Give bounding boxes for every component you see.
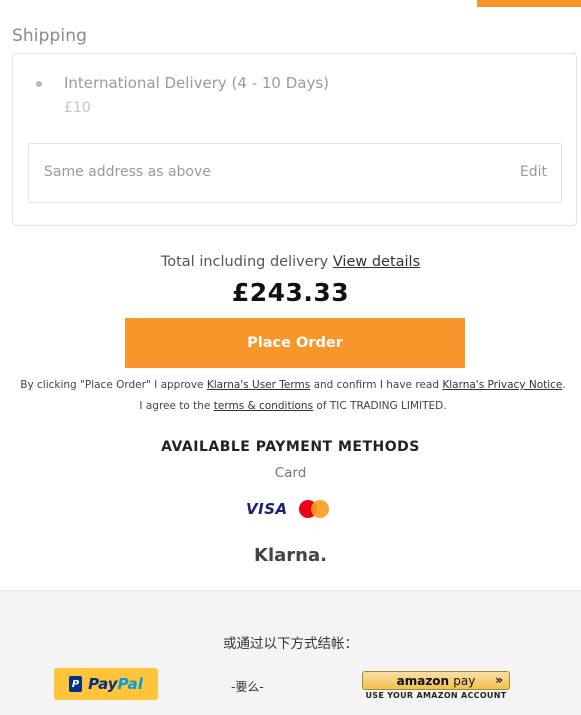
shipping-title: Shipping <box>12 26 87 46</box>
view-details-link[interactable]: View details <box>333 254 420 270</box>
alternative-checkout-section: 或通过以下方式结帐： P PayPal -要么- amazon pay » US… <box>0 590 581 715</box>
mastercard-logo-icon <box>299 500 329 518</box>
total-line: Total including delivery View details <box>0 254 581 270</box>
klarna-logo: Klarna. <box>254 545 327 566</box>
payment-card-label: Card <box>274 465 307 481</box>
alternative-checkout-title: 或通过以下方式结帐： <box>223 636 358 652</box>
amazon-brand-text: amazon <box>396 673 450 688</box>
klarna-terms-link[interactable]: Klarna's User Terms <box>207 379 310 391</box>
legal-text-2: and confirm I have read <box>313 379 439 391</box>
place-order-button[interactable]: Place Order <box>125 318 465 368</box>
mastercard-yellow-circle <box>311 500 329 518</box>
double-chevron-icon: » <box>495 673 503 687</box>
payment-methods-title: AVAILABLE PAYMENT METHODS <box>161 439 420 455</box>
top-accent-bar <box>477 0 581 7</box>
total-amount: £243.33 <box>231 278 350 307</box>
amazon-account-caption: USE YOUR AMAZON ACCOUNT <box>365 691 507 700</box>
klarna-privacy-link[interactable]: Klarna's Privacy Notice <box>442 379 562 391</box>
terms-conditions-link[interactable]: terms & conditions <box>214 400 313 412</box>
amazon-pay-button[interactable]: amazon pay » USE YOUR AMAZON ACCOUNT <box>362 671 510 701</box>
shipping-radio-icon[interactable] <box>36 81 42 87</box>
amazon-pay-text: pay <box>453 673 476 688</box>
shipping-box: International Delivery (4 - 10 Days) £10… <box>12 53 577 226</box>
visa-text: VISA <box>246 500 288 518</box>
legal-text-4: of TIC TRADING LIMITED. <box>316 400 447 412</box>
paypal-wordmark: PayPal <box>88 675 143 693</box>
shipping-option-price: £10 <box>64 100 91 116</box>
legal-notice: By clicking "Place Order" I approve Klar… <box>20 375 566 417</box>
edit-address-link[interactable]: Edit <box>520 164 547 180</box>
address-text: Same address as above <box>44 164 211 180</box>
paypal-button[interactable]: P PayPal <box>54 668 158 700</box>
paypal-icon: P <box>69 676 83 692</box>
paypal-pay-text: Pay <box>88 675 118 693</box>
paypal-pal-text: Pal <box>117 675 143 693</box>
legal-text-1: By clicking "Place Order" I approve <box>20 379 204 391</box>
total-label: Total including delivery <box>160 254 329 270</box>
amazon-pay-wordmark: amazon pay <box>397 674 476 688</box>
address-box: Same address as above Edit <box>28 143 562 203</box>
visa-logo-icon: VISA <box>246 500 288 518</box>
or-separator: -要么- <box>231 680 264 694</box>
amazon-pay-badge: amazon pay » <box>362 671 510 690</box>
shipping-option-label[interactable]: International Delivery (4 - 10 Days) <box>64 74 329 92</box>
